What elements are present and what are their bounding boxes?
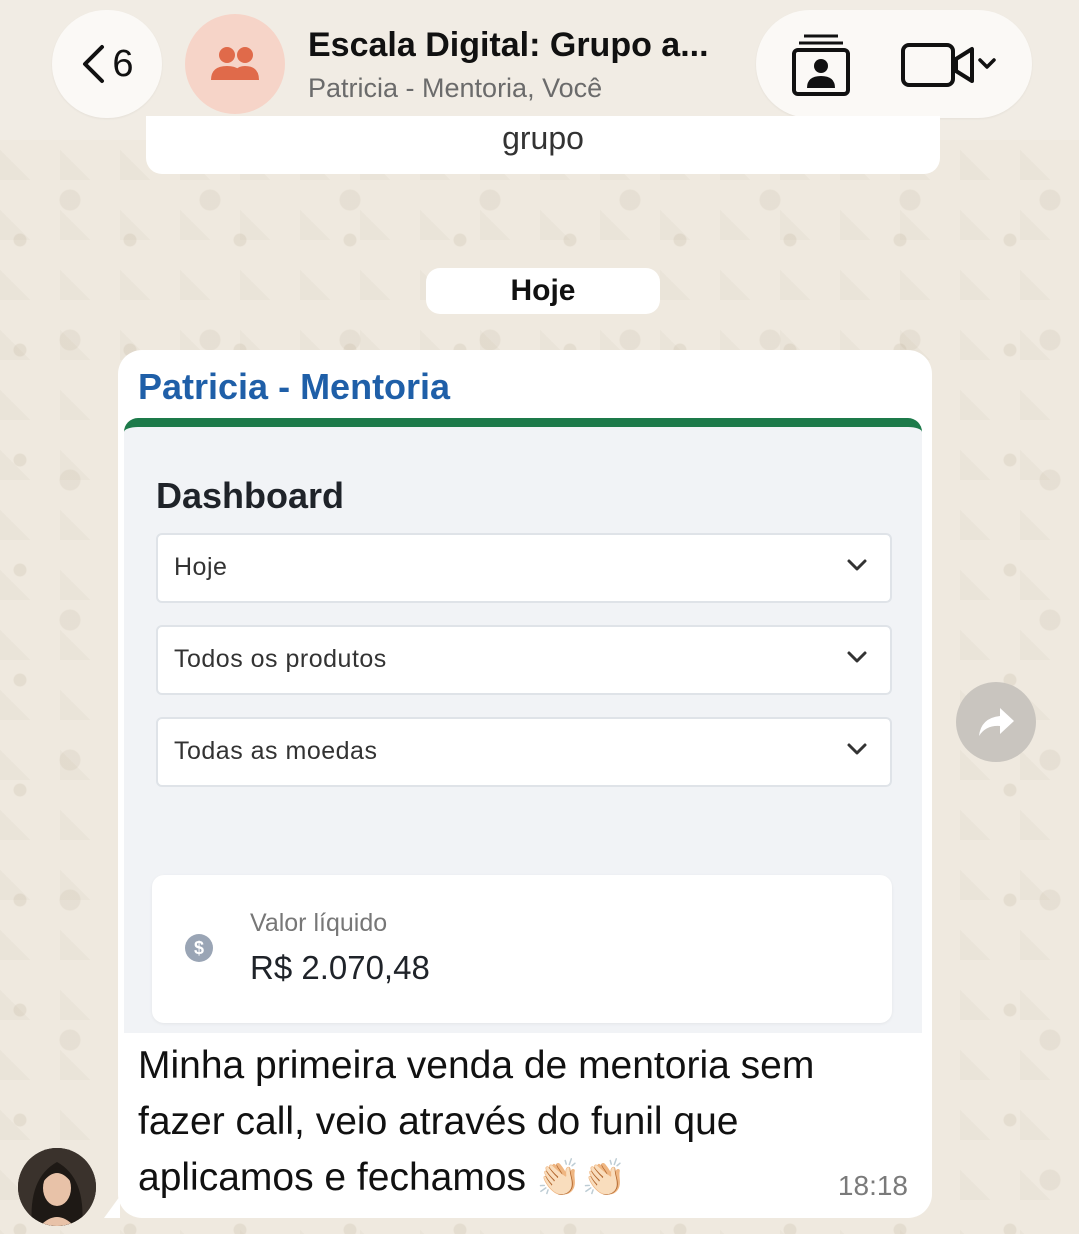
group-icon xyxy=(211,47,259,80)
avatar-portrait xyxy=(18,1148,96,1226)
dollar-icon: $ xyxy=(185,934,213,962)
chat-title-block[interactable]: Escala Digital: Grupo a... Patricia - Me… xyxy=(308,26,748,104)
card-label: Valor líquido xyxy=(250,909,388,937)
unread-count: 6 xyxy=(112,42,134,85)
header-actions xyxy=(756,10,1032,118)
message-text: Minha primeira venda de mentoria sem faz… xyxy=(138,1038,908,1206)
chevron-down-icon xyxy=(847,559,867,571)
chevron-down-icon xyxy=(847,743,867,755)
chat-participants: Patricia - Mentoria, Você xyxy=(308,73,603,103)
date-separator: Hoje xyxy=(426,268,660,314)
chevron-left-icon xyxy=(83,45,105,83)
back-button[interactable]: 6 xyxy=(52,10,162,118)
forward-button[interactable] xyxy=(956,682,1036,762)
attached-screenshot[interactable]: Dashboard Hoje Todos os produtos Todas a… xyxy=(124,418,922,1033)
previous-message-bubble[interactable]: grupo xyxy=(146,116,940,174)
dropdown-label: Todos os produtos xyxy=(174,645,387,673)
chat-title: Escala Digital: Grupo a... xyxy=(308,26,709,64)
forward-icon xyxy=(979,708,1014,736)
group-avatar[interactable] xyxy=(185,14,285,114)
video-call-icon[interactable] xyxy=(900,42,1000,88)
chevron-down-icon xyxy=(847,651,867,663)
message-timestamp: 18:18 xyxy=(837,1170,908,1201)
card-value: R$ 2.070,48 xyxy=(250,949,430,986)
dropdown-label: Todas as moedas xyxy=(174,737,378,765)
period-dropdown: Hoje xyxy=(156,533,892,603)
dropdown-label: Hoje xyxy=(174,553,228,581)
message-bubble[interactable]: Patricia - Mentoria Dashboard Hoje Todos… xyxy=(118,350,932,1218)
message-body: Minha primeira venda de mentoria sem faz… xyxy=(138,1044,815,1199)
currency-dropdown: Todas as moedas xyxy=(156,717,892,787)
contact-card-icon[interactable] xyxy=(790,32,852,98)
previous-message-text: grupo xyxy=(502,120,584,156)
products-dropdown: Todos os produtos xyxy=(156,625,892,695)
dashboard-title: Dashboard xyxy=(156,475,345,516)
svg-text:$: $ xyxy=(194,938,204,958)
net-value-card: $ Valor líquido R$ 2.070,48 xyxy=(152,875,892,1023)
sender-avatar[interactable] xyxy=(18,1148,96,1226)
clapping-hands-emoji: 👏🏻👏🏻 xyxy=(536,1157,627,1198)
sender-name[interactable]: Patricia - Mentoria xyxy=(138,366,450,408)
